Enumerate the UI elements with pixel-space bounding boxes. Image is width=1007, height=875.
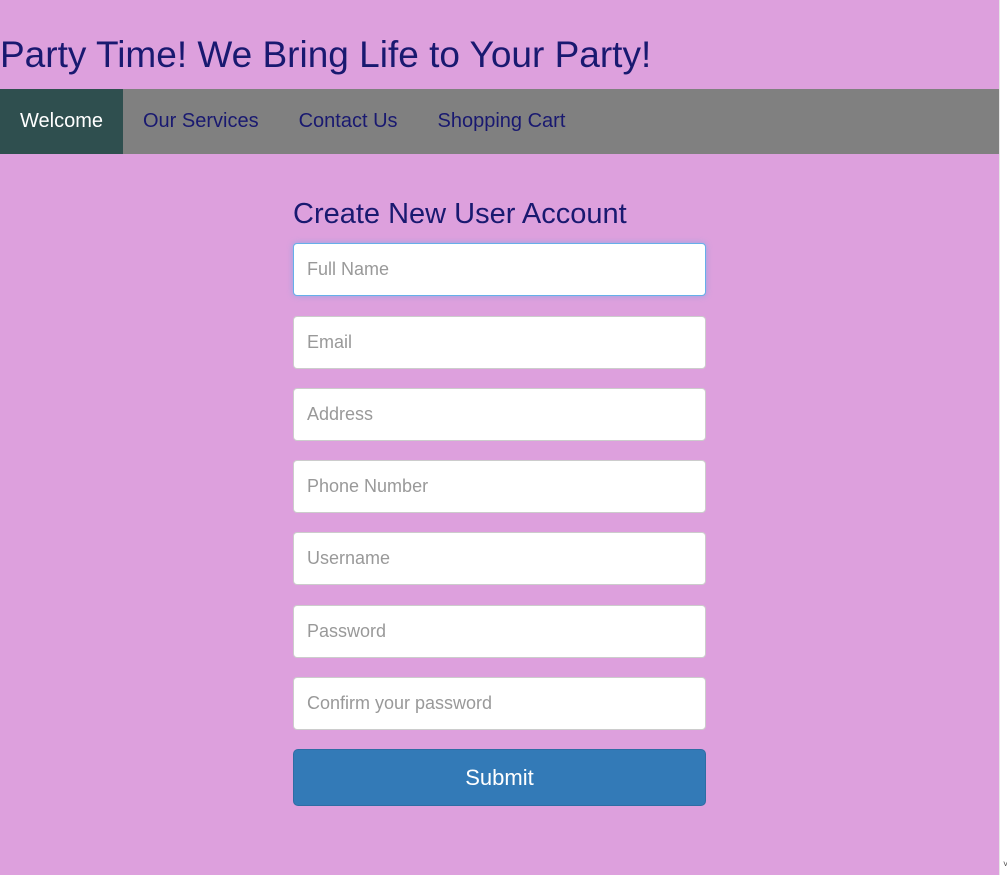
chevron-down-icon[interactable]: ˅ bbox=[1003, 860, 1007, 869]
site-title: Party Time! We Bring Life to Your Party! bbox=[0, 34, 652, 75]
password-input[interactable] bbox=[293, 605, 706, 658]
nav-item-welcome[interactable]: Welcome bbox=[0, 89, 123, 154]
phone-number-input[interactable] bbox=[293, 460, 706, 513]
username-input[interactable] bbox=[293, 532, 706, 585]
main-navbar: Welcome Our Services Contact Us Shopping… bbox=[0, 89, 999, 154]
nav-item-our-services[interactable]: Our Services bbox=[123, 89, 279, 154]
page-background: Party Time! We Bring Life to Your Party!… bbox=[0, 0, 999, 875]
address-input[interactable] bbox=[293, 388, 706, 441]
full-name-input[interactable] bbox=[293, 243, 706, 296]
form-title: Create New User Account bbox=[293, 198, 627, 230]
vertical-scrollbar[interactable] bbox=[999, 0, 1007, 875]
submit-button[interactable]: Submit bbox=[293, 749, 706, 806]
nav-item-contact-us[interactable]: Contact Us bbox=[279, 89, 418, 154]
email-input[interactable] bbox=[293, 316, 706, 369]
confirm-password-input[interactable] bbox=[293, 677, 706, 730]
nav-item-shopping-cart[interactable]: Shopping Cart bbox=[418, 89, 586, 154]
